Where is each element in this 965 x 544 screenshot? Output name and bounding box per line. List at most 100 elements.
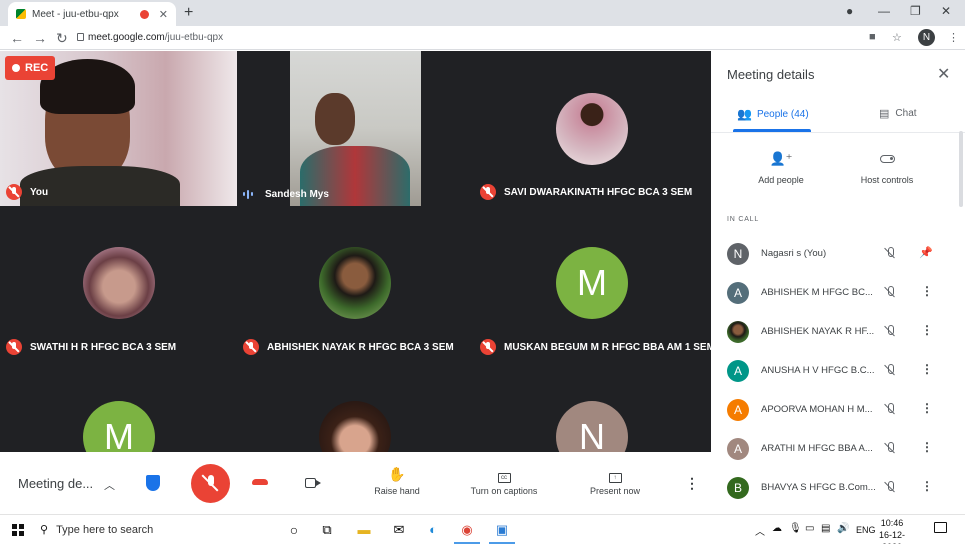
cloud-icon[interactable]: ☁	[772, 523, 782, 534]
meeting-details-button[interactable]: Meeting de...	[18, 476, 93, 491]
url-field[interactable]: meet.google.com/juu-etbu-qpx	[88, 32, 223, 43]
hang-up-button[interactable]	[252, 479, 268, 485]
avatar: B	[727, 477, 749, 499]
more-options-icon[interactable]: ⋮	[921, 362, 933, 376]
avatar: A	[727, 360, 749, 382]
mic-off-icon	[883, 441, 897, 455]
new-tab-button[interactable]: +	[184, 4, 193, 22]
participant-name: ABHISHEK NAYAK R HF...	[761, 326, 875, 337]
tab-chat[interactable]: ▤ Chat	[879, 107, 917, 120]
mail-icon[interactable]: ✉	[390, 521, 408, 539]
profile-avatar[interactable]: N	[918, 29, 935, 46]
mic-off-icon	[883, 285, 897, 299]
edge-icon[interactable]: ◐	[424, 521, 442, 539]
forward-icon[interactable]: →	[33, 30, 47, 46]
pin-icon[interactable]: 📌	[919, 246, 933, 259]
participant-photo	[319, 247, 391, 319]
participant-list-item[interactable]: A APOORVA MOHAN H M... ⋮	[711, 391, 965, 430]
participant-tile-abhishek-nayak[interactable]: ABHISHEK NAYAK R HFGC BCA 3 SEM	[237, 206, 474, 361]
task-view-icon[interactable]: ⧉	[318, 521, 336, 539]
participant-letter-avatar: M	[83, 401, 155, 452]
participant-name: SWATHI H R HFGC BCA 3 SEM	[30, 341, 177, 353]
camera-in-use-icon[interactable]: ■	[869, 31, 876, 43]
participant-list-item[interactable]: N Nagasri s (You) 📌	[711, 235, 965, 274]
mic-off-icon	[883, 246, 897, 260]
microphone-icon[interactable]: 🎙	[789, 523, 802, 534]
participant-name: ARATHI M HFGC BBA A...	[761, 443, 873, 454]
store-app-icon[interactable]: ▣	[493, 521, 511, 539]
participant-tile-sandesh[interactable]: Sandesh Mys	[237, 51, 474, 206]
participant-tile-8[interactable]	[237, 361, 474, 452]
participant-list-item[interactable]: A ABHISHEK M HFGC BC... ⋮	[711, 274, 965, 313]
participant-tile-you[interactable]: REC You	[0, 51, 237, 206]
file-explorer-icon[interactable]: ▬	[355, 521, 373, 539]
windows-start-icon[interactable]	[12, 524, 24, 536]
reload-icon[interactable]: ↻	[56, 30, 68, 47]
participant-photo	[319, 401, 391, 452]
minimize-icon[interactable]: —	[878, 4, 890, 18]
participant-list-item[interactable]: A ARATHI M HFGC BBA A... ⋮	[711, 430, 965, 469]
chrome-icon[interactable]: ◉	[458, 521, 476, 539]
participant-tile-swathi[interactable]: SWATHI H R HFGC BCA 3 SEM	[0, 206, 237, 361]
panel-scrollbar[interactable]	[959, 131, 963, 207]
participant-name: APOORVA MOHAN H M...	[761, 404, 873, 415]
taskbar-search[interactable]: ⚲ Type here to search	[40, 523, 153, 536]
camera-toggle-button[interactable]	[305, 478, 321, 488]
captions-label: Turn on captions	[470, 486, 538, 496]
hand-icon: ✋	[388, 466, 406, 482]
more-options-icon[interactable]: ⋮	[921, 284, 933, 298]
browser-tab[interactable]: Meet - juu-etbu-qpx ✕	[8, 2, 176, 26]
host-shield-icon[interactable]	[146, 475, 160, 491]
participant-tile-7[interactable]: M	[0, 361, 237, 452]
window-close-icon[interactable]: ✕	[941, 4, 951, 18]
notifications-icon[interactable]	[934, 522, 947, 533]
participant-video	[290, 51, 421, 206]
more-options-icon[interactable]: ⋮	[921, 440, 933, 454]
raise-hand-button[interactable]: ✋ Raise hand	[365, 466, 429, 496]
chevron-up-icon[interactable]: ︿	[104, 477, 115, 493]
more-options-icon[interactable]: ⋮	[685, 475, 699, 492]
present-now-button[interactable]: ↑ Present now	[582, 466, 648, 496]
participant-list-item[interactable]: B BHAVYA S HFGC B.Com... ⋮	[711, 469, 965, 508]
panel-close-icon[interactable]: ✕	[937, 64, 950, 84]
meeting-controls-bar: Meeting de... ︿ ✋ Raise hand cc Turn on …	[0, 452, 711, 514]
avatar: N	[727, 243, 749, 265]
host-controls-label: Host controls	[860, 175, 914, 185]
clock-time: 10:46	[880, 518, 904, 528]
participant-list-item[interactable]: A ANUSHA H V HFGC B.C... ⋮	[711, 352, 965, 391]
captions-button[interactable]: cc Turn on captions	[462, 466, 546, 496]
participant-tile-muskan[interactable]: M MUSKAN BEGUM M R HFGC BBA AM 1 SEM	[474, 206, 711, 361]
more-options-icon[interactable]: ⋮	[921, 323, 933, 337]
back-icon[interactable]: ←	[10, 30, 24, 46]
participant-name: ANUSHA H V HFGC B.C...	[761, 365, 875, 376]
battery-icon[interactable]: ▭	[805, 523, 814, 534]
add-people-button[interactable]: 👤⁺ Add people	[736, 151, 826, 185]
participant-tile-savi[interactable]: SAVI DWARAKINATH HFGC BCA 3 SEM	[474, 51, 711, 206]
mic-off-icon	[480, 184, 496, 200]
tile-label: SWATHI H R HFGC BCA 3 SEM	[6, 339, 176, 355]
tab-people-label: People (44)	[756, 108, 809, 120]
tab-close-icon[interactable]: ✕	[159, 8, 168, 21]
bookmark-star-icon[interactable]: ☆	[892, 31, 902, 44]
taskbar-clock[interactable]: 10:46 16-12-2020	[870, 517, 914, 544]
add-people-label: Add people	[758, 175, 804, 185]
network-icon[interactable]: ▤	[821, 523, 830, 534]
more-options-icon[interactable]: ⋮	[921, 401, 933, 415]
tab-search-icon[interactable]: ●	[846, 4, 853, 18]
participant-name: Nagasri s (You)	[761, 248, 827, 259]
volume-icon[interactable]: 🔊	[837, 523, 849, 534]
tab-people[interactable]: 👥 People (44)	[737, 107, 809, 121]
rec-label: REC	[25, 62, 49, 74]
mic-toggle-button[interactable]	[191, 464, 230, 503]
cortana-icon[interactable]: ○	[285, 521, 303, 539]
restore-icon[interactable]: ❐	[910, 4, 921, 18]
address-bar: ← → ↻ meet.google.com/juu-etbu-qpx ■ ☆ N…	[0, 26, 965, 50]
participant-tile-9[interactable]: N	[474, 361, 711, 452]
participant-list-item[interactable]: ABHISHEK NAYAK R HF... ⋮	[711, 313, 965, 352]
browser-menu-icon[interactable]: ⋮	[948, 31, 959, 44]
host-controls-button[interactable]: Host controls	[842, 151, 932, 185]
mic-off-icon	[243, 339, 259, 355]
participant-photo	[83, 247, 155, 319]
tray-chevron-icon[interactable]: ︿	[755, 523, 765, 538]
more-options-icon[interactable]: ⋮	[921, 479, 933, 493]
